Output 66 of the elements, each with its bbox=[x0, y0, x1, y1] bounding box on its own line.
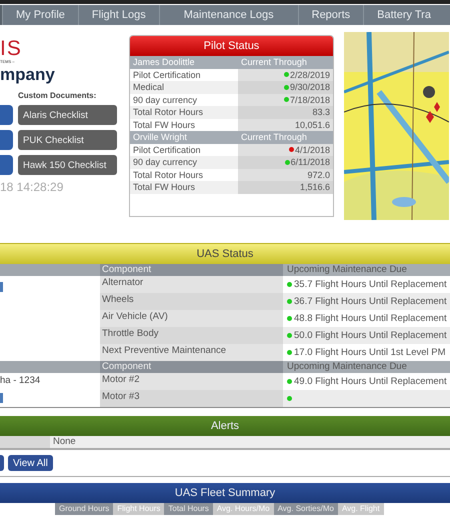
nav-link[interactable]: Battery Tra bbox=[363, 5, 444, 25]
table-cell: 10,051.6 bbox=[294, 118, 330, 131]
table-cell: 90 day currency bbox=[130, 156, 238, 168]
table-cell: 48.8 Flight Hours Until Replacement bbox=[294, 312, 447, 325]
alerts-button[interactable] bbox=[0, 455, 4, 471]
table-cell: Pilot Certification bbox=[130, 144, 238, 156]
logo-text: IS bbox=[0, 39, 23, 59]
column-header: Total Hours bbox=[164, 503, 213, 515]
checklist-button[interactable]: Alaris Checklist bbox=[18, 105, 117, 125]
section-header: Alerts bbox=[0, 416, 450, 436]
nav-link[interactable]: Maintenance Logs bbox=[158, 5, 298, 25]
column-header: Ground Hours bbox=[55, 503, 114, 515]
nav-link[interactable]: My Profile bbox=[2, 5, 78, 25]
view-all-button[interactable]: View All bbox=[8, 455, 53, 471]
vehicle-thumbnail bbox=[0, 282, 3, 292]
column-header: Upcoming Maintenance Due bbox=[283, 264, 450, 276]
document-button[interactable] bbox=[0, 155, 13, 175]
table-cell: 4/1/2018 bbox=[294, 144, 330, 156]
table-cell: 35.7 Flight Hours Until Replacement bbox=[294, 278, 447, 291]
table-cell: 2/28/2019 bbox=[290, 68, 330, 81]
table-cell: Motor #3 bbox=[100, 390, 283, 407]
table-cell: Pilot Certification bbox=[130, 68, 238, 81]
table-cell: Throttle Body bbox=[100, 327, 283, 344]
table-cell: Total Rotor Hours bbox=[130, 106, 238, 118]
pilot-name: Orville Wright bbox=[130, 131, 238, 144]
table-cell: 1,516.6 bbox=[300, 181, 330, 194]
alert-text: None bbox=[50, 436, 450, 448]
column-header: Current Through bbox=[238, 131, 333, 144]
checklist-button[interactable]: PUK Checklist bbox=[18, 130, 117, 150]
checklist-button[interactable]: Hawk 150 Checklist bbox=[18, 155, 117, 175]
table-cell: 50.0 Flight Hours Until Replacement bbox=[294, 329, 447, 342]
documents-heading: Custom Documents: bbox=[18, 91, 98, 100]
table-cell: Motor #2 bbox=[100, 373, 283, 390]
pilot-name: James Doolittle bbox=[130, 56, 238, 68]
panel-title: Pilot Status bbox=[130, 36, 333, 56]
table-cell: 7/18/2018 bbox=[290, 94, 330, 106]
table-cell: 49.0 Flight Hours Until Replacement bbox=[294, 375, 447, 388]
vehicle-thumbnail bbox=[0, 393, 3, 403]
timestamp: 18 14:28:29 bbox=[0, 180, 64, 194]
table-cell: 36.7 Flight Hours Until Replacement bbox=[294, 295, 447, 308]
document-button[interactable] bbox=[0, 130, 13, 150]
company-name: mpany bbox=[0, 65, 56, 85]
table-cell: 972.0 bbox=[307, 168, 330, 181]
table-cell: 83.3 bbox=[312, 106, 330, 118]
table-cell: 9/30/2018 bbox=[290, 81, 330, 94]
table-cell: 17.0 Flight Hours Until 1st Level PM bbox=[294, 346, 446, 359]
nav-link[interactable]: Flight Logs bbox=[78, 5, 159, 25]
table-cell: Total Rotor Hours bbox=[130, 168, 238, 181]
vehicle-name: ha - 1234 bbox=[0, 375, 42, 387]
table-cell: Medical bbox=[130, 81, 238, 94]
nav-link[interactable]: Reports bbox=[298, 5, 364, 25]
column-header: Avg. Sorties/Mo bbox=[274, 503, 338, 515]
section-header: UAS Fleet Summary bbox=[0, 483, 450, 503]
table-cell bbox=[0, 436, 50, 448]
column-header: Current Through bbox=[238, 56, 333, 68]
table-cell: Wheels bbox=[100, 293, 283, 310]
document-button[interactable] bbox=[0, 105, 13, 125]
table-cell: Total FW Hours bbox=[130, 181, 238, 194]
column-header: Upcoming Maintenance Due bbox=[283, 361, 450, 373]
table-cell: 90 day currency bbox=[130, 94, 238, 106]
table-cell: Total FW Hours bbox=[130, 118, 238, 131]
table-cell: Alternator bbox=[100, 276, 283, 293]
table-cell: 6/11/2018 bbox=[290, 156, 330, 168]
section-header: UAS Status bbox=[0, 243, 450, 264]
table-cell: Air Vehicle (AV) bbox=[100, 310, 283, 327]
table-cell: Next Preventive Maintenance bbox=[100, 344, 283, 361]
